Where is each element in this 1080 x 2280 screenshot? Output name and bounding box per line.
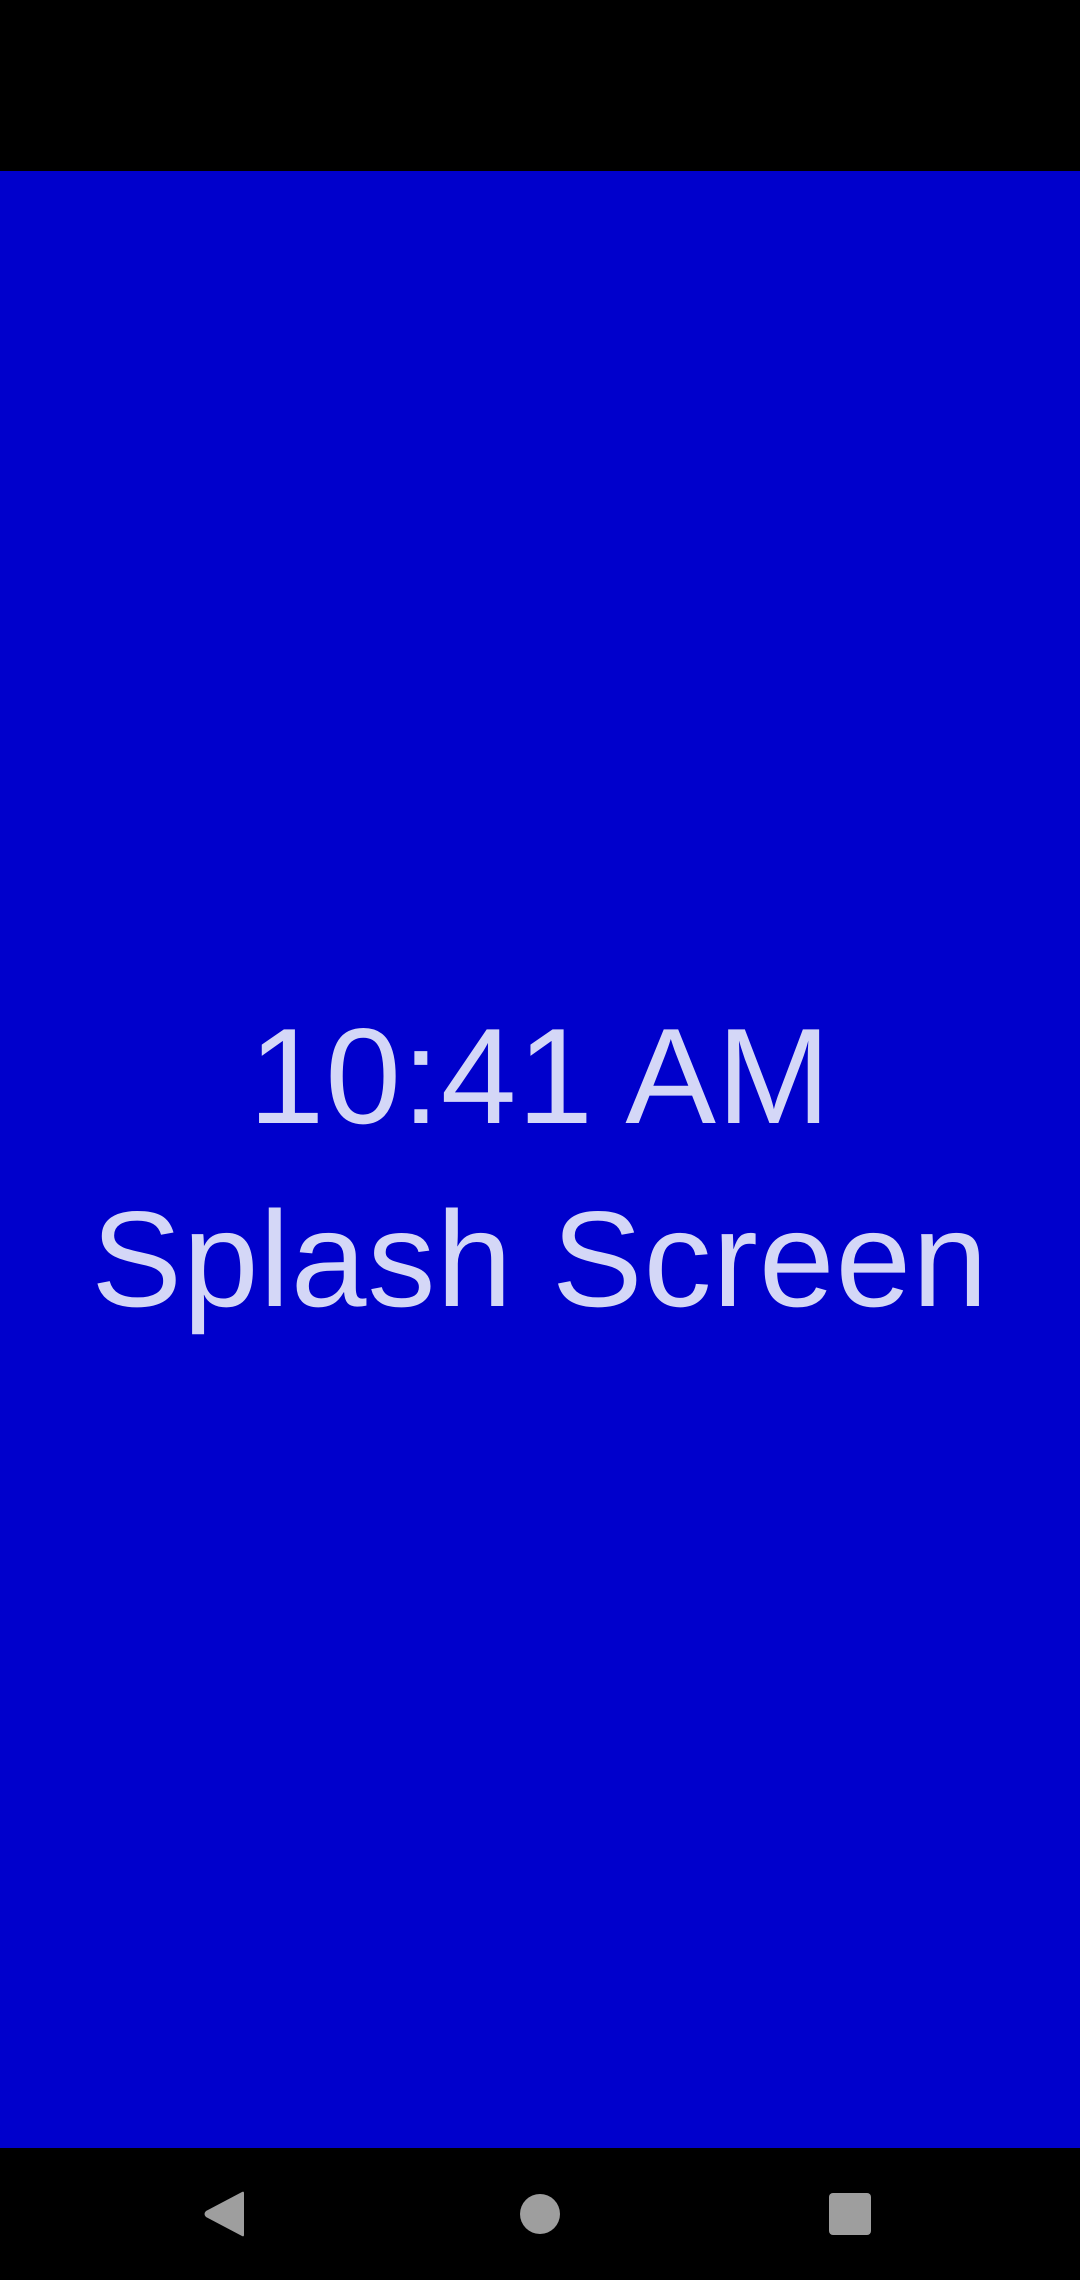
home-button[interactable] <box>460 2148 620 2280</box>
splash-screen: 10:41 AM Splash Screen <box>0 171 1080 2148</box>
recents-square-icon <box>829 2193 871 2235</box>
navigation-bar <box>0 2148 1080 2280</box>
recents-button[interactable] <box>770 2148 930 2280</box>
status-bar <box>0 0 1080 171</box>
back-triangle-icon <box>204 2191 244 2237</box>
splash-time: 10:41 AM <box>248 1000 832 1152</box>
back-button[interactable] <box>146 2148 306 2280</box>
splash-title: Splash Screen <box>91 1183 989 1335</box>
home-circle-icon <box>520 2194 560 2234</box>
